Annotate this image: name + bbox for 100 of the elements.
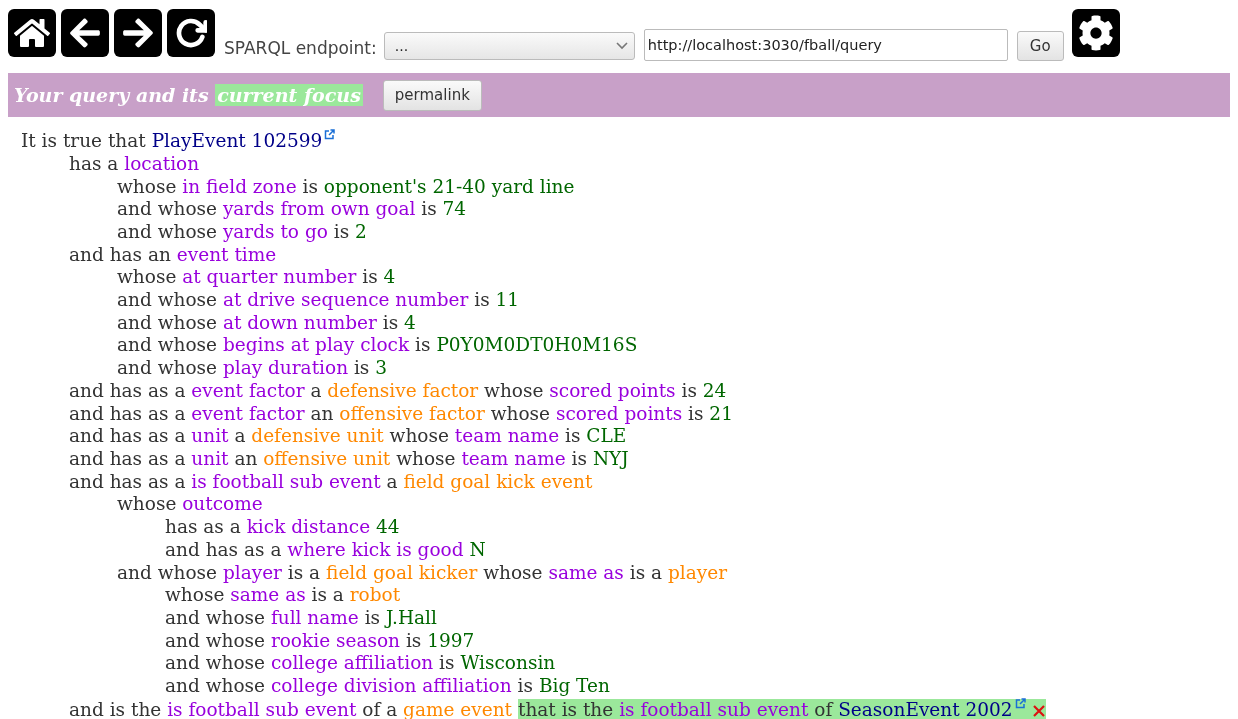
query-text: an	[310, 402, 334, 424]
query-text: is	[421, 198, 437, 220]
refresh-icon	[175, 17, 207, 49]
property-link[interactable]: team name	[461, 448, 566, 469]
property-link[interactable]: full name	[270, 606, 359, 628]
property-link[interactable]: yards to go	[222, 220, 328, 242]
forward-button[interactable]	[114, 9, 162, 57]
property-link[interactable]: college affiliation	[270, 652, 434, 674]
query-text: an	[234, 448, 258, 469]
query-text: and whose	[117, 561, 217, 583]
query-text: of a	[362, 698, 398, 719]
delete-icon[interactable]	[1031, 703, 1046, 718]
value-text: P0Y0M0DT0H0M16S	[436, 334, 638, 356]
property-link[interactable]: college division affiliation	[270, 675, 512, 697]
query-text: and is the	[69, 698, 162, 719]
endpoint-url-field[interactable]: http://localhost:3030/fball/query	[643, 29, 1008, 61]
property-link[interactable]: in field zone	[182, 175, 297, 197]
query-text: and has as a	[165, 538, 282, 560]
query-text: and whose	[117, 289, 217, 311]
external-link-icon[interactable]	[324, 129, 336, 140]
property-link[interactable]: at quarter number	[182, 266, 357, 288]
value-text: Big Ten	[538, 675, 610, 697]
query-text: is	[474, 289, 490, 311]
property-link[interactable]: event factor	[191, 402, 305, 424]
query-text: and whose	[117, 357, 217, 379]
property-link[interactable]: unit	[191, 425, 229, 447]
property-link[interactable]: player	[222, 561, 282, 583]
query-text: whose	[490, 402, 550, 424]
value-text: 11	[495, 289, 520, 311]
property-link[interactable]: team name	[454, 425, 560, 447]
query-text: whose	[483, 561, 543, 583]
property-link[interactable]: same as	[230, 584, 306, 606]
query-text: is	[333, 220, 350, 242]
value-text: 21	[709, 402, 733, 424]
query-text: and whose	[165, 675, 265, 697]
entity-link[interactable]: SeasonEvent 2002	[838, 698, 1013, 719]
query-text: is	[353, 357, 370, 379]
property-link[interactable]: location	[124, 152, 200, 174]
value-text: CLE	[586, 425, 627, 447]
property-link[interactable]: at down number	[222, 311, 377, 333]
query-text: and whose	[117, 311, 217, 333]
query-text: is	[362, 266, 378, 288]
query-text: that is the	[517, 698, 614, 719]
value-text: 4	[383, 266, 396, 288]
query-text: It is true that	[21, 130, 146, 152]
property-link[interactable]: play duration	[222, 357, 349, 379]
query-text: and has as a	[69, 425, 186, 447]
property-link[interactable]: scored points	[555, 402, 683, 424]
property-link[interactable]: same as	[548, 561, 624, 583]
settings-icon	[1077, 15, 1114, 51]
back-button[interactable]	[61, 9, 109, 57]
query-text: is	[571, 448, 587, 469]
settings-button[interactable]	[1071, 9, 1120, 57]
entity-link[interactable]: PlayEvent 102599	[151, 130, 323, 152]
property-link[interactable]: is football sub event	[191, 470, 381, 492]
property-link[interactable]: event factor	[191, 379, 305, 401]
property-link[interactable]: at drive sequence number	[222, 289, 469, 311]
value-text: NYJ	[592, 448, 629, 469]
property-link[interactable]: is football sub event	[619, 698, 809, 719]
permalink-button[interactable]: permalink	[382, 79, 482, 111]
query-text: is a	[629, 561, 663, 583]
property-link[interactable]: where kick is good	[287, 538, 464, 560]
value-text: 1997	[427, 629, 475, 651]
query-text: is a	[311, 584, 344, 606]
query-text: and whose	[165, 629, 265, 651]
query-text: a	[234, 425, 246, 447]
query-text: and whose	[165, 606, 265, 628]
query-text: is a	[287, 561, 321, 583]
query-text: and whose	[165, 652, 265, 674]
query-text: has as a	[165, 516, 241, 538]
property-link[interactable]: event time	[176, 243, 277, 265]
go-button[interactable]: Go	[1016, 31, 1064, 61]
query-text: whose	[165, 584, 225, 606]
query-text: is	[364, 606, 381, 628]
value-text: Wisconsin	[460, 652, 556, 674]
query-text: is	[415, 334, 431, 356]
property-link[interactable]: unit	[191, 448, 229, 469]
endpoint-select[interactable]: ...	[383, 32, 635, 60]
home-button[interactable]	[8, 9, 56, 57]
value-text: J.Hall	[386, 606, 437, 628]
query-title: Your query and its current focus	[14, 84, 363, 106]
query-text: and whose	[117, 198, 217, 220]
query-text: and has as a	[69, 402, 186, 424]
value-text: 44	[376, 516, 400, 538]
property-link[interactable]: is football sub event	[167, 698, 357, 719]
property-link[interactable]: yards from own goal	[222, 198, 416, 220]
query-text: and whose	[117, 334, 217, 356]
query-text: is	[439, 652, 455, 674]
property-link[interactable]: kick distance	[246, 516, 371, 538]
refresh-button[interactable]	[167, 9, 215, 57]
property-link[interactable]: scored points	[549, 379, 676, 401]
property-link[interactable]: begins at play clock	[222, 334, 410, 356]
property-link[interactable]: rookie season	[270, 629, 400, 651]
query-text: whose	[396, 448, 456, 469]
query-text: is	[688, 402, 704, 424]
property-link[interactable]: outcome	[182, 493, 263, 515]
external-link-icon[interactable]	[1014, 697, 1026, 709]
query-text: and has as a	[69, 379, 186, 401]
query-text: whose	[117, 175, 177, 197]
query-text: is	[302, 175, 318, 197]
